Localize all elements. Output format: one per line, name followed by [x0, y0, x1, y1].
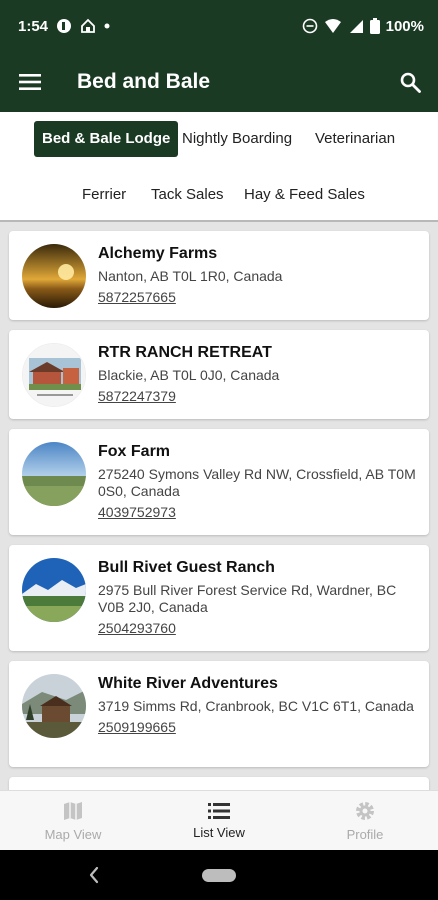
search-icon	[400, 72, 421, 93]
nav-list-view[interactable]: List View	[146, 791, 292, 850]
search-button[interactable]	[382, 52, 438, 112]
menu-button[interactable]	[0, 52, 60, 112]
listing-name: RTR RANCH RETREAT	[98, 344, 272, 361]
listing-address: Nanton, AB T0L 1R0, Canada	[98, 268, 283, 284]
listing-photo-log-cabin	[22, 674, 86, 738]
listing-address: 275240 Symons Valley Rd NW, Crossfield, …	[98, 466, 416, 499]
listing-address: 3719 Simms Rd, Cranbrook, BC V1C 6T1, Ca…	[98, 698, 414, 714]
home-notification-icon	[80, 18, 96, 34]
status-bar: 1:54 100%	[0, 0, 438, 52]
list-item[interactable]: Bull Rivet Guest Ranch 2975 Bull River F…	[9, 545, 429, 651]
battery-icon	[369, 18, 380, 34]
listing-address: 2975 Bull River Forest Service Rd, Wardn…	[98, 582, 397, 615]
gear-icon	[356, 801, 374, 820]
list-item[interactable]: White River Adventures 3719 Simms Rd, Cr…	[9, 661, 429, 767]
listing-photo-prairie	[22, 442, 86, 506]
battery-percent: 100%	[385, 17, 424, 35]
list-item[interactable]	[9, 777, 429, 790]
listing-list[interactable]: Alchemy Farms Nanton, AB T0L 1R0, Canada…	[0, 224, 438, 790]
bottom-navigation: Map View List View Profile	[0, 790, 438, 850]
listing-photo-sunset-field	[22, 244, 86, 308]
category-veterinarian[interactable]: Veterinarian	[315, 121, 395, 157]
category-hay-feed-sales[interactable]: Hay & Feed Sales	[244, 177, 365, 213]
list-item[interactable]: RTR RANCH RETREAT Blackie, AB T0L 0J0, C…	[9, 330, 429, 419]
home-pill[interactable]	[202, 869, 236, 882]
listing-name: Bull Rivet Guest Ranch	[98, 559, 275, 576]
system-navigation-bar	[0, 850, 438, 900]
map-icon	[64, 801, 82, 820]
listing-photo-mountains	[22, 558, 86, 622]
listing-phone[interactable]: 5872247379	[98, 388, 419, 405]
back-chevron-icon[interactable]	[88, 865, 100, 885]
hamburger-menu-icon	[19, 74, 41, 90]
signal-icon	[348, 18, 364, 34]
category-tabs: Bed & Bale Lodge Nightly Boarding Veteri…	[0, 112, 438, 222]
category-bed-bale-lodge[interactable]: Bed & Bale Lodge	[34, 121, 179, 157]
app-title: Bed and Bale	[77, 70, 211, 93]
listing-name: Fox Farm	[98, 443, 171, 460]
listing-address: Blackie, AB T0L 0J0, Canada	[98, 367, 280, 383]
category-ferrier[interactable]: Ferrier	[82, 177, 126, 213]
app-notification-icon	[56, 18, 72, 34]
nav-map-view[interactable]: Map View	[0, 791, 146, 850]
listing-phone[interactable]: 2504293760	[98, 620, 419, 637]
dnd-icon	[302, 18, 318, 34]
list-icon	[208, 802, 230, 819]
listing-phone[interactable]: 4039752973	[98, 504, 419, 521]
category-tack-sales[interactable]: Tack Sales	[151, 177, 224, 213]
listing-photo-cabin	[22, 343, 86, 407]
listing-phone[interactable]: 5872257665	[98, 289, 419, 306]
wifi-icon	[324, 18, 342, 34]
nav-profile-label: Profile	[346, 826, 384, 842]
listing-name: White River Adventures	[98, 675, 278, 692]
nav-profile[interactable]: Profile	[292, 791, 438, 850]
list-item[interactable]: Fox Farm 275240 Symons Valley Rd NW, Cro…	[9, 429, 429, 535]
listing-name: Alchemy Farms	[98, 245, 218, 262]
dot-icon	[104, 23, 110, 29]
list-item[interactable]: Alchemy Farms Nanton, AB T0L 1R0, Canada…	[9, 231, 429, 320]
listing-phone[interactable]: 2509199665	[98, 719, 419, 736]
category-nightly-boarding[interactable]: Nightly Boarding	[182, 121, 292, 157]
status-time: 1:54	[18, 17, 49, 35]
nav-list-view-label: List View	[193, 824, 245, 840]
nav-map-view-label: Map View	[44, 826, 102, 842]
app-bar: Bed and Bale	[0, 52, 438, 112]
